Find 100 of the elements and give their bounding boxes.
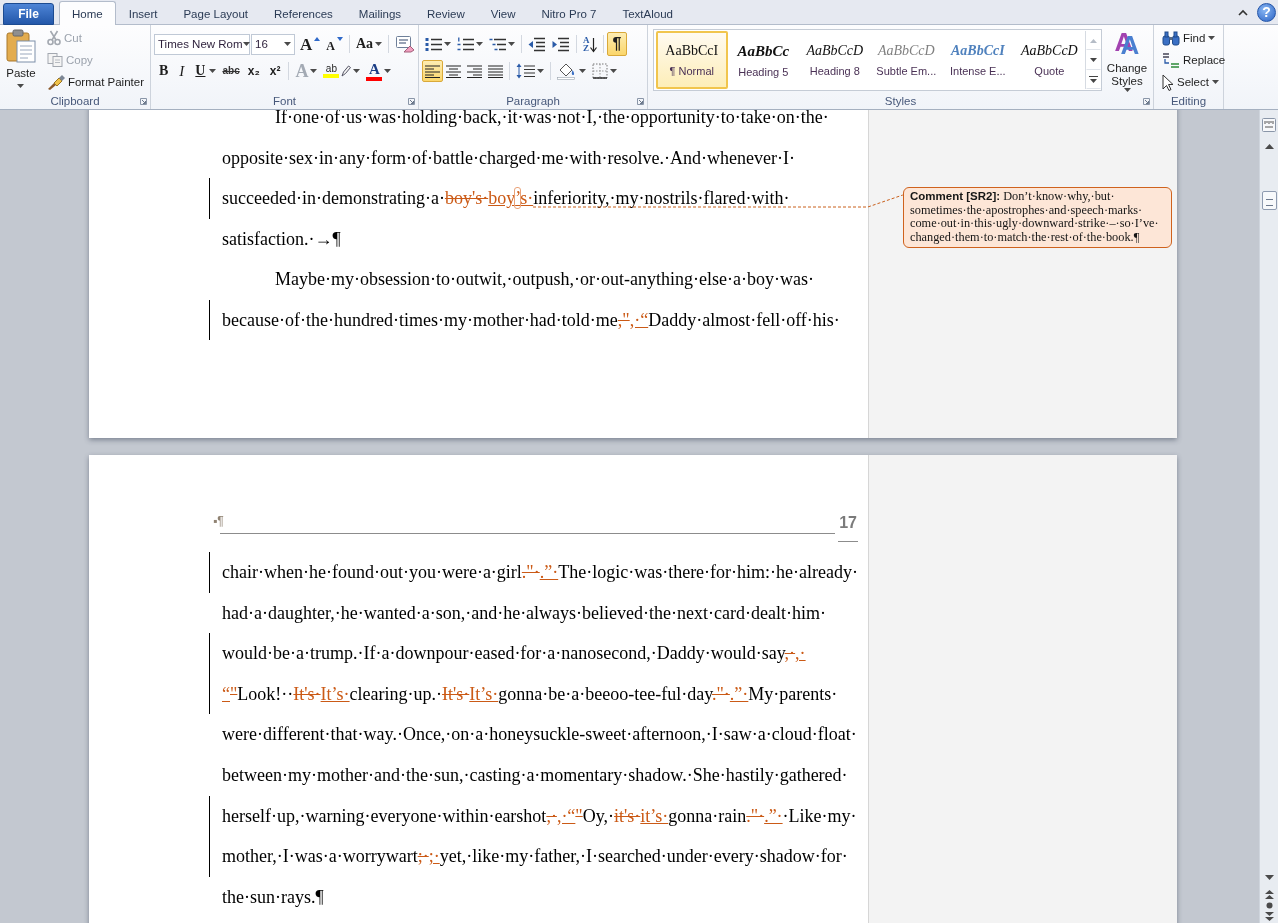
text-line: “"Look!··It's·It’s·clearing·up.·It's·It’s·gonna·be·a·beeoo-tee-ful·day."·.”·My·parents· — [222, 682, 838, 706]
text-line: opposite·sex·in·any·form·of·battle·charged·me·with·resolve.·And·whenever·I· — [222, 146, 795, 170]
group-label: Clipboard — [50, 95, 100, 108]
dialog-launcher-icon[interactable] — [1143, 98, 1150, 105]
line-spacing-icon — [516, 63, 535, 79]
clipboard-icon — [4, 29, 37, 63]
grow-font-button[interactable]: A — [297, 33, 324, 55]
caret-icon — [1211, 80, 1219, 84]
underline-button[interactable]: U — [190, 60, 220, 82]
borders-button[interactable] — [589, 60, 620, 82]
down-triangle-icon — [1090, 58, 1098, 62]
ribbon-tab[interactable]: Mailings — [345, 2, 415, 25]
ribbon-tab[interactable]: Nitro Pro 7 — [528, 2, 610, 25]
text-line: satisfaction.·→¶ — [222, 227, 341, 251]
expand-triangle-icon — [1089, 75, 1099, 83]
show-formatting-marks-button[interactable]: ¶ — [606, 32, 628, 56]
dialog-launcher-icon[interactable] — [637, 98, 644, 105]
eraser-icon — [395, 35, 416, 53]
caret-icon — [579, 69, 586, 73]
formatting-marks: ▪¶ — [213, 514, 225, 528]
style-option[interactable]: AaBbCc Heading 5 — [727, 31, 800, 89]
justify-icon — [488, 64, 503, 78]
ruler-icon[interactable] — [1262, 118, 1276, 132]
subscript-button[interactable]: x₂ — [242, 60, 265, 82]
dot-icon[interactable] — [1265, 902, 1273, 909]
text-line: were·different·that·way.·Once,·on·a·honeysuckle-sweet·afternoon,·I·saw·a·cloud·float· — [222, 723, 857, 747]
comment-text: Comment [SR2]: Don’t·know·why,·but· sometimes·the·apostrophes·and·speech·marks· come·out·in·this·ugly·downward·strike·–·so·I’ve· changed·them·to·match·the·rest·of·the·book.¶ — [910, 190, 1160, 245]
style-option[interactable]: AaBbCcD Heading 8 — [799, 31, 871, 89]
change-styles-button[interactable]: A Change Styles — [1104, 27, 1150, 94]
pen-icon — [341, 65, 352, 77]
strikethrough-button[interactable]: abc — [219, 60, 243, 82]
group-label: Font — [273, 95, 296, 108]
style-option[interactable]: AaBbCcD Quote — [1013, 31, 1086, 89]
caret-icon — [284, 42, 291, 46]
superscript-button[interactable]: x² — [264, 60, 286, 82]
text-line: the·sun·rays.¶ — [222, 885, 324, 909]
text-line: because·of·the·hundred·times·my·mother·had·told·me,",·“Daddy·almost·fell·off·his· — [222, 308, 840, 332]
text-line: would·be·a·trump.·If·a·downpour·eased·for·a·nanosecond,·Daddy·would·say,·,· — [222, 642, 806, 666]
font-name-field[interactable]: Times New Rom — [154, 33, 250, 55]
caret-icon — [310, 69, 318, 73]
down-triangle-icon — [336, 37, 343, 41]
caret-icon — [17, 84, 25, 88]
sort-button[interactable]: AZ — [580, 33, 600, 55]
ribbon-tab[interactable]: Review — [414, 2, 478, 25]
format-painter-button[interactable]: Format Painter — [43, 71, 147, 93]
style-option[interactable]: AaBbCcI Intense E... — [942, 31, 1014, 89]
decrease-indent-icon — [528, 36, 546, 52]
highlight-button[interactable]: ab — [320, 60, 364, 82]
italic-button[interactable]: I — [173, 60, 191, 82]
caret-icon — [508, 42, 515, 46]
text-line: Maybe·my·obsession·to·outwit,·outpush,·or·out-anything·else·a·boy·was· — [275, 268, 814, 291]
font-size-field[interactable]: 16 — [251, 33, 295, 55]
change-case-button[interactable]: Aa — [352, 33, 386, 55]
text-line: had·a·daughter,·he·wanted·a·son,·and·he·always·believed·the·next·card·dealt·him· — [222, 601, 826, 625]
ribbon-tab[interactable]: References — [261, 2, 346, 25]
border-grid-icon — [592, 63, 608, 79]
paste-button[interactable]: Paste — [3, 27, 39, 94]
paintbrush-icon — [46, 74, 65, 90]
ribbon-tab[interactable]: View — [477, 2, 529, 25]
dialog-launcher-icon[interactable] — [140, 98, 147, 105]
caret-icon — [1208, 36, 1216, 40]
text-line: herself·up,·warning·everyone·within·earshot,·,·“"Oy,·it's·it’s·gonna·rain."·.”··Like·my· — [222, 804, 857, 828]
caret-icon — [353, 69, 361, 73]
file-tab[interactable]: File — [3, 3, 54, 25]
caret-icon — [610, 69, 617, 73]
caret-icon — [537, 69, 544, 73]
double-down-triangle-icon[interactable] — [1264, 912, 1274, 921]
align-center-icon — [446, 64, 461, 78]
bold-button[interactable]: B — [154, 60, 174, 82]
up-triangle-icon — [1090, 38, 1098, 43]
select-button[interactable]: Select — [1159, 71, 1229, 93]
caret-icon — [209, 69, 217, 73]
scroll-thumb[interactable] — [1261, 191, 1277, 210]
group-label: Paragraph — [506, 95, 560, 108]
text-line: between·my·mother·and·the·sun,·casting·a·momentary·shadow.·She·hastily·gathered· — [222, 763, 848, 787]
find-button[interactable]: Find — [1159, 27, 1229, 49]
style-option[interactable]: AaBbCcD Subtle Em... — [870, 31, 943, 89]
multilevel-list-icon — [489, 36, 506, 52]
double-up-triangle-icon[interactable] — [1264, 890, 1274, 899]
ribbon-tab[interactable]: Home — [59, 1, 116, 25]
caret-icon — [444, 42, 451, 46]
scroll-down-icon[interactable] — [1264, 875, 1274, 880]
chevron-up-icon[interactable] — [1238, 8, 1248, 16]
shrink-font-button[interactable]: A — [323, 33, 346, 55]
caret-icon — [384, 69, 392, 73]
replace-button[interactable]: Replace — [1159, 49, 1229, 71]
paint-bucket-icon — [557, 62, 577, 80]
ribbon-tab[interactable]: Insert — [115, 2, 171, 25]
font-color-button[interactable]: A — [363, 60, 395, 82]
ribbon-tab[interactable]: TextAloud — [609, 2, 686, 25]
align-left-button[interactable] — [422, 60, 443, 82]
ribbon-tab[interactable]: Page Layout — [170, 2, 262, 25]
caret-icon — [242, 42, 250, 46]
align-left-icon — [425, 64, 440, 78]
scroll-up-icon[interactable] — [1264, 144, 1274, 149]
align-right-icon — [467, 64, 482, 78]
bulleted-list-icon — [425, 36, 442, 52]
style-option[interactable]: AaBbCcI ¶ Normal — [656, 31, 728, 89]
dialog-launcher-icon[interactable] — [408, 98, 415, 105]
caret-icon — [476, 42, 483, 46]
